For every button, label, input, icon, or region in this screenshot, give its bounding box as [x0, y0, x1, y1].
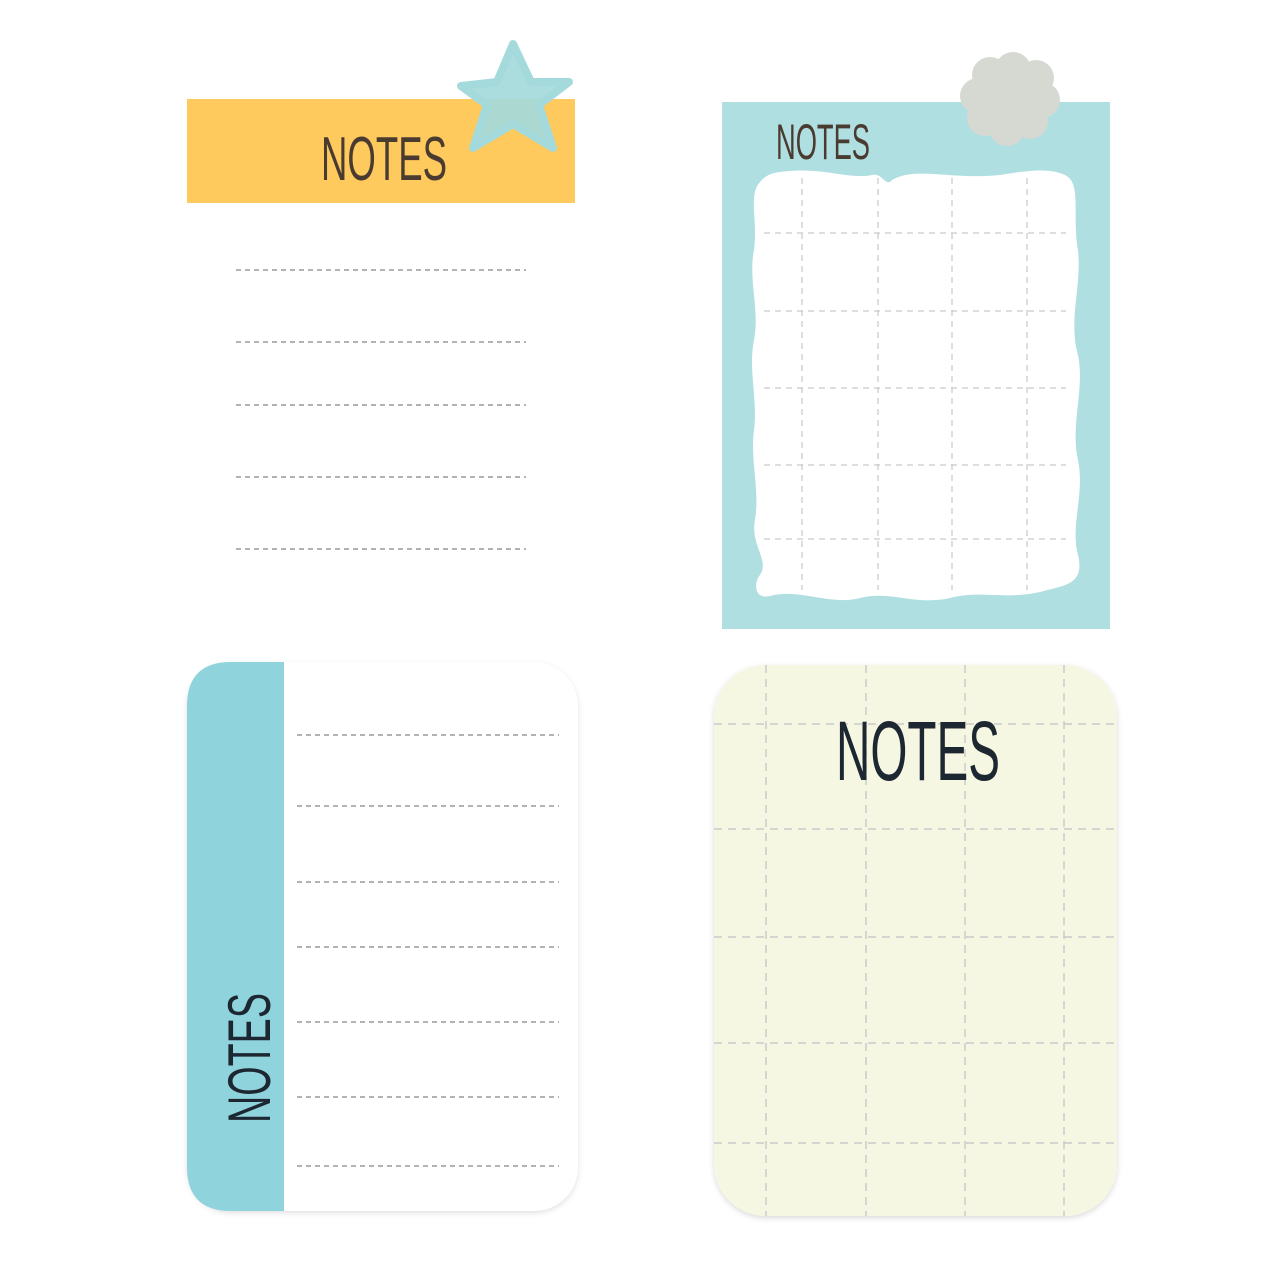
note-title: NOTES	[836, 704, 1000, 798]
note-card-blue-canvas: NOTES	[722, 52, 1110, 629]
side-tab	[187, 662, 284, 1211]
note-title: NOTES	[321, 125, 447, 194]
note-card-orange-lined: NOTES	[0, 0, 640, 640]
note-card-side-tab-canvas: NOTES	[187, 662, 578, 1211]
wavy-panel	[752, 170, 1080, 601]
note-card-orange-canvas: NOTES	[187, 40, 575, 550]
note-card-cream-grid: NOTES	[640, 640, 1280, 1279]
note-card-blue-grid: NOTES	[640, 0, 1280, 640]
note-card-side-tab-lined: NOTES	[0, 640, 640, 1279]
writing-lines	[236, 269, 526, 550]
note-title: NOTES	[776, 114, 870, 170]
note-title: NOTES	[216, 993, 283, 1123]
note-card-cream-canvas: NOTES	[714, 665, 1117, 1216]
